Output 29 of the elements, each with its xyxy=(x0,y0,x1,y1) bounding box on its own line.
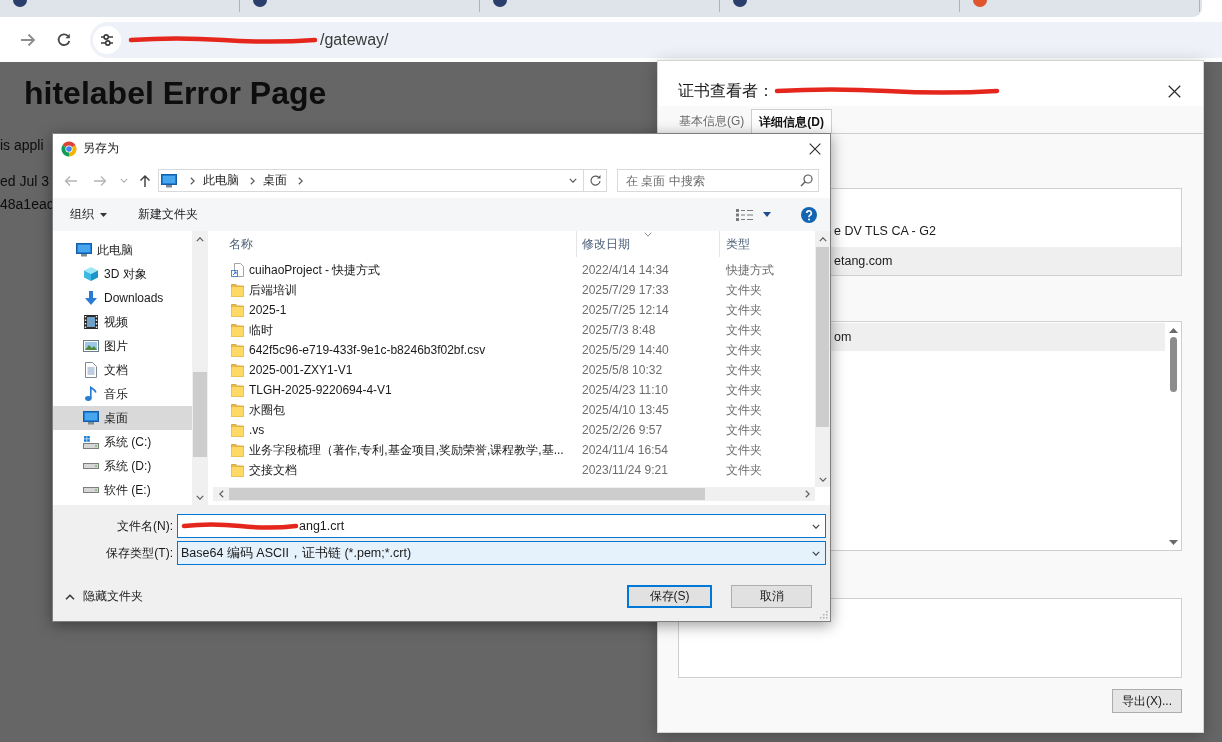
modified-date: 2025/2/26 9:57 xyxy=(582,423,663,437)
modified-date: 2025/5/8 10:32 xyxy=(582,363,663,377)
file-type: 文件夹 xyxy=(726,442,762,457)
page-text: 48a1eac xyxy=(0,195,54,213)
field-label: 文件名(N): xyxy=(117,517,173,535)
page-heading: hitelabel Error Page xyxy=(24,74,327,112)
modified-date: 2025/7/29 17:33 xyxy=(582,283,669,297)
modified-date: 2025/4/10 13:45 xyxy=(582,403,669,417)
file-type: 文件夹 xyxy=(726,362,762,377)
window-title: 证书查看者： xyxy=(678,81,774,101)
field-label: 保存类型(T): xyxy=(106,544,173,562)
dialog-title: 另存为 xyxy=(83,140,119,157)
modified-date: 2025/5/29 14:40 xyxy=(582,343,669,357)
modified-date: 2022/4/14 14:34 xyxy=(582,263,669,277)
file-type: 文件夹 xyxy=(726,402,762,417)
modified-date: 2024/11/4 16:54 xyxy=(582,443,668,457)
file-type: 文件夹 xyxy=(726,382,762,397)
file-type: 快捷方式 xyxy=(726,262,774,277)
file-type: 文件夹 xyxy=(726,422,762,437)
file-type: 文件夹 xyxy=(726,282,762,297)
file-type: 文件夹 xyxy=(726,462,762,477)
file-type: 文件夹 xyxy=(726,302,762,317)
modified-date: 2023/11/24 9:21 xyxy=(582,463,668,477)
modified-date: 2025/4/23 11:10 xyxy=(582,383,668,397)
file-type: 文件夹 xyxy=(726,322,762,337)
modified-date: 2025/7/25 12:14 xyxy=(582,303,669,317)
page-text: ed Jul 3 xyxy=(0,172,50,190)
modified-date: 2025/7/3 8:48 xyxy=(582,323,656,337)
page-text: is appli xyxy=(0,136,44,154)
